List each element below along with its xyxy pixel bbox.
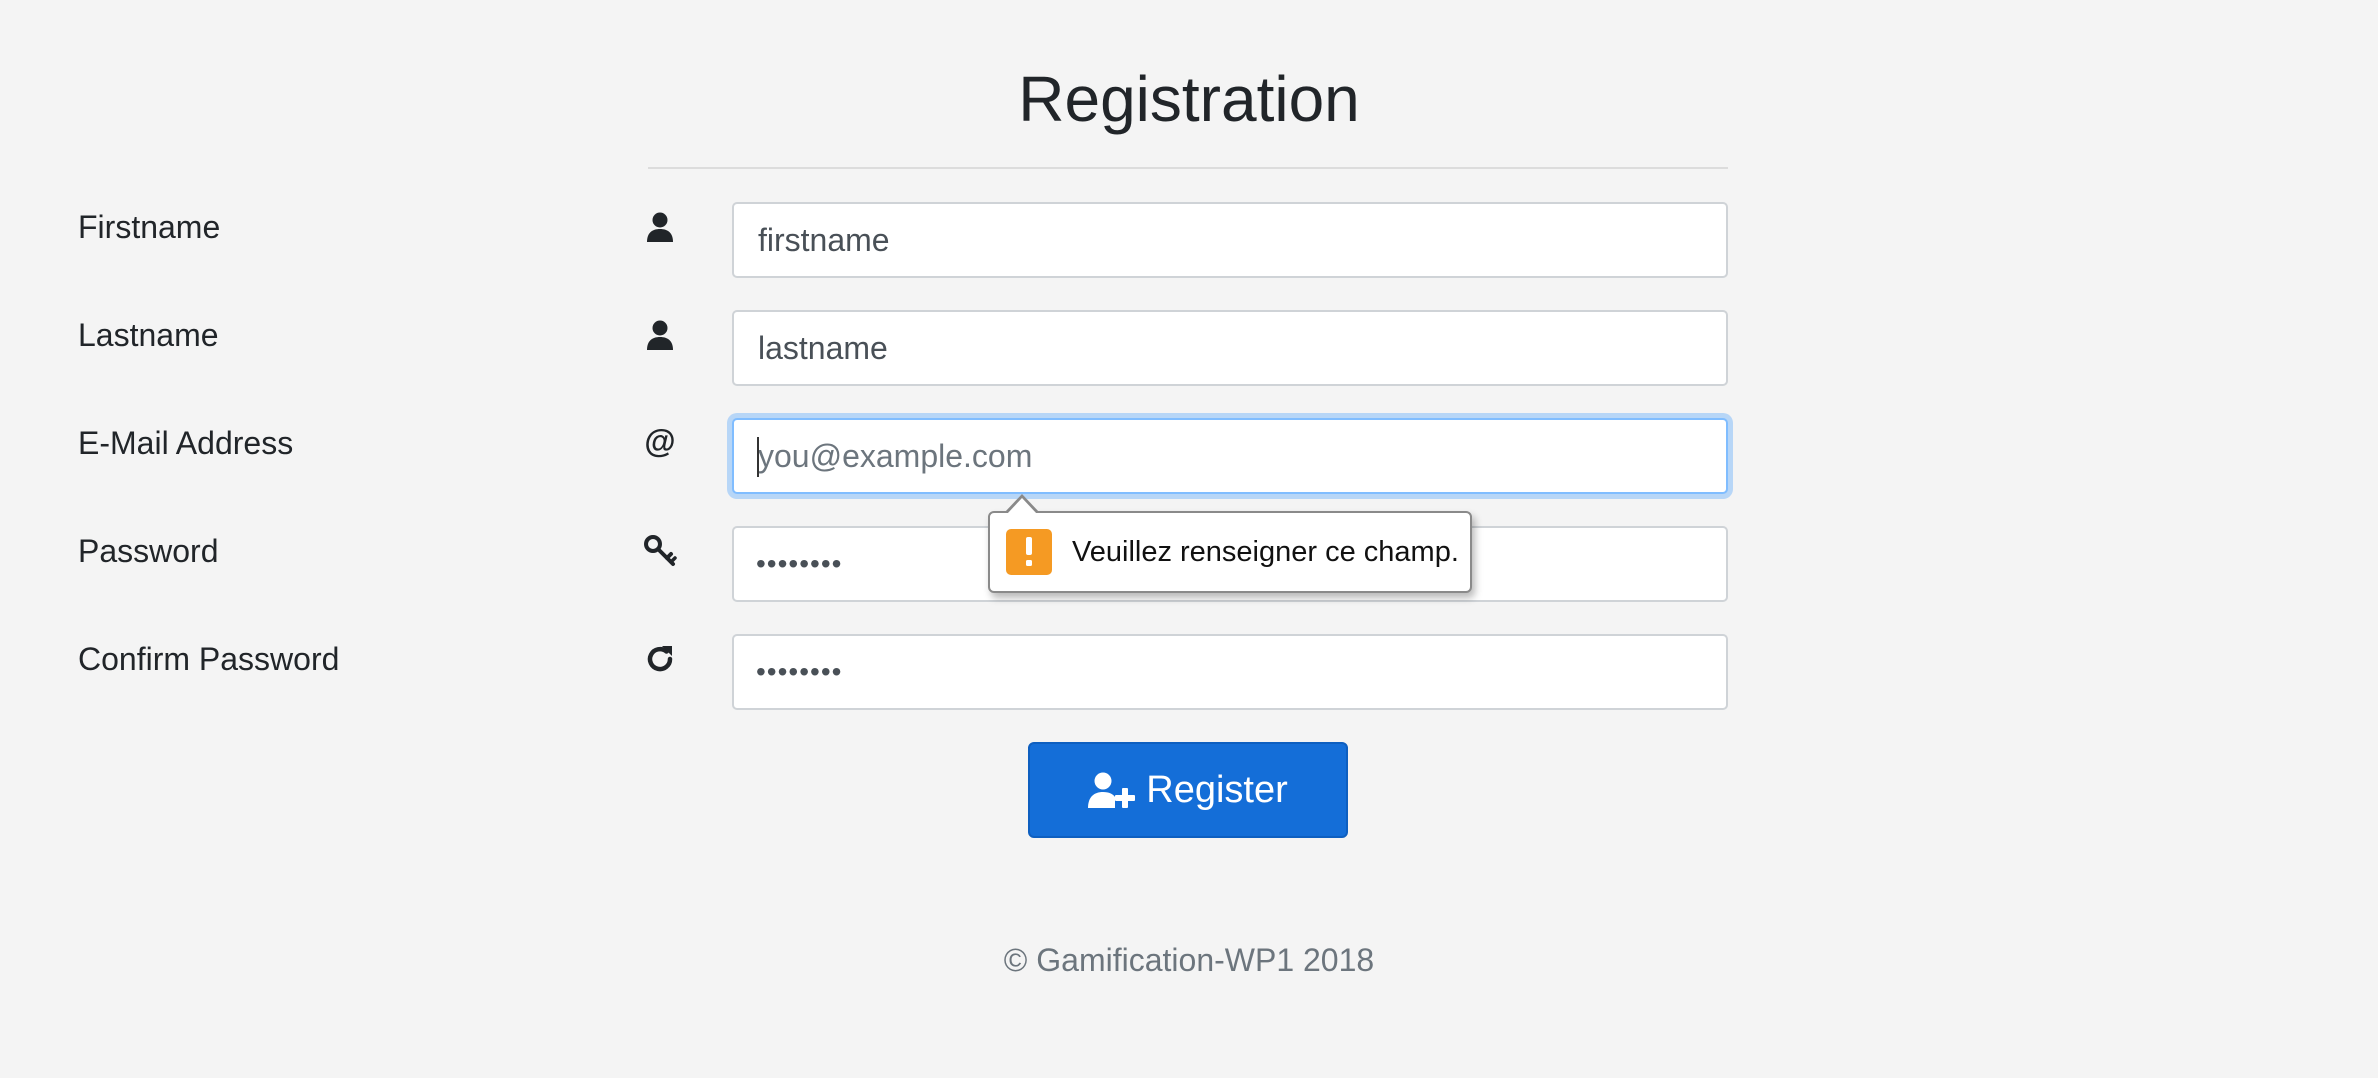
email-input[interactable] bbox=[732, 418, 1728, 494]
refresh-icon bbox=[640, 639, 680, 679]
tooltip-arrow-fill bbox=[1007, 498, 1037, 514]
firstname-input[interactable] bbox=[732, 202, 1728, 278]
confirm-password-input[interactable] bbox=[732, 634, 1728, 710]
lastname-input[interactable] bbox=[732, 310, 1728, 386]
email-label: E-Mail Address bbox=[78, 425, 294, 461]
key-icon bbox=[640, 531, 680, 571]
user-icon bbox=[640, 315, 680, 355]
page-title: Registration bbox=[1018, 63, 1360, 135]
registration-page: Registration Firstname firstname Lastnam… bbox=[0, 0, 2378, 1078]
lastname-label: Lastname bbox=[78, 317, 219, 353]
firstname-label: Firstname bbox=[78, 209, 221, 245]
validation-tooltip: Veuillez renseigner ce champ. bbox=[988, 511, 1472, 593]
title-divider bbox=[648, 167, 1728, 169]
warning-icon bbox=[1006, 529, 1052, 575]
register-button-label: Register bbox=[1146, 768, 1288, 811]
register-button[interactable]: Register bbox=[1028, 742, 1348, 838]
user-icon bbox=[640, 207, 680, 247]
text-caret bbox=[757, 437, 759, 477]
tooltip-message: Veuillez renseigner ce champ. bbox=[1072, 535, 1459, 568]
at-icon: @ bbox=[644, 423, 676, 459]
password-label: Password bbox=[78, 533, 219, 569]
footer-copyright: © Gamification-WP1 2018 bbox=[1003, 942, 1375, 978]
confirm-password-label: Confirm Password bbox=[78, 641, 340, 677]
user-plus-icon bbox=[1088, 772, 1136, 808]
